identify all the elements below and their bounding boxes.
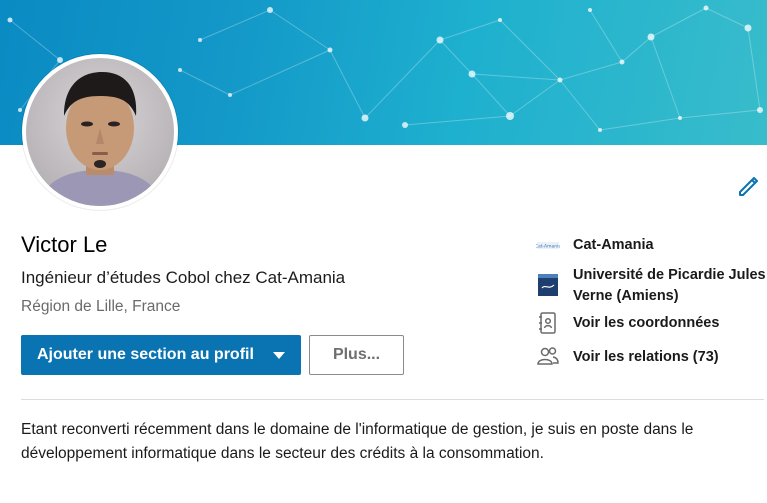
- more-button[interactable]: Plus...: [309, 335, 404, 375]
- avatar-portrait-icon: [36, 72, 164, 206]
- add-profile-section-button[interactable]: Ajouter une section au profil: [21, 335, 301, 375]
- sidebar-item-label: Cat-Amania: [573, 237, 654, 253]
- profile-avatar[interactable]: [22, 54, 178, 210]
- edit-profile-icon[interactable]: [736, 174, 760, 198]
- profile-summary: Etant reconverti récemment dans le domai…: [21, 421, 694, 462]
- profile-card: Victor Le Ingénieur d’études Cobol chez …: [0, 0, 767, 503]
- school-logo-icon: [536, 273, 560, 297]
- people-icon: [536, 344, 560, 368]
- add-profile-section-label: Ajouter une section au profil: [37, 346, 254, 363]
- svg-text:Cat-Amania: Cat-Amania: [536, 244, 560, 250]
- company-logo-icon: Cat-Amania: [535, 234, 561, 258]
- profile-headline: Ingénieur d’études Cobol chez Cat-Amania: [21, 268, 346, 287]
- sidebar-item-company[interactable]: Cat-Amania Cat-Amania: [535, 234, 767, 258]
- sidebar-item-label: Université de Picardie Jules Verne (Amie…: [573, 267, 766, 304]
- chevron-down-icon: [273, 352, 285, 359]
- sidebar-item-school[interactable]: Université de Picardie Jules Verne (Amie…: [536, 264, 767, 308]
- sidebar-item-connections[interactable]: Voir les relations (73): [536, 346, 767, 370]
- sidebar-item-contact-info[interactable]: Voir les coordonnées: [536, 312, 767, 336]
- sidebar-item-label: Voir les coordonnées: [573, 315, 720, 331]
- profile-location: Région de Lille, France: [21, 298, 181, 315]
- pencil-icon: [739, 177, 758, 196]
- sidebar-item-label: Voir les relations (73): [573, 349, 719, 365]
- profile-name: Victor Le: [21, 232, 108, 257]
- section-divider: [21, 399, 764, 400]
- contact-card-icon: [536, 311, 560, 335]
- profile-photo: [26, 58, 174, 206]
